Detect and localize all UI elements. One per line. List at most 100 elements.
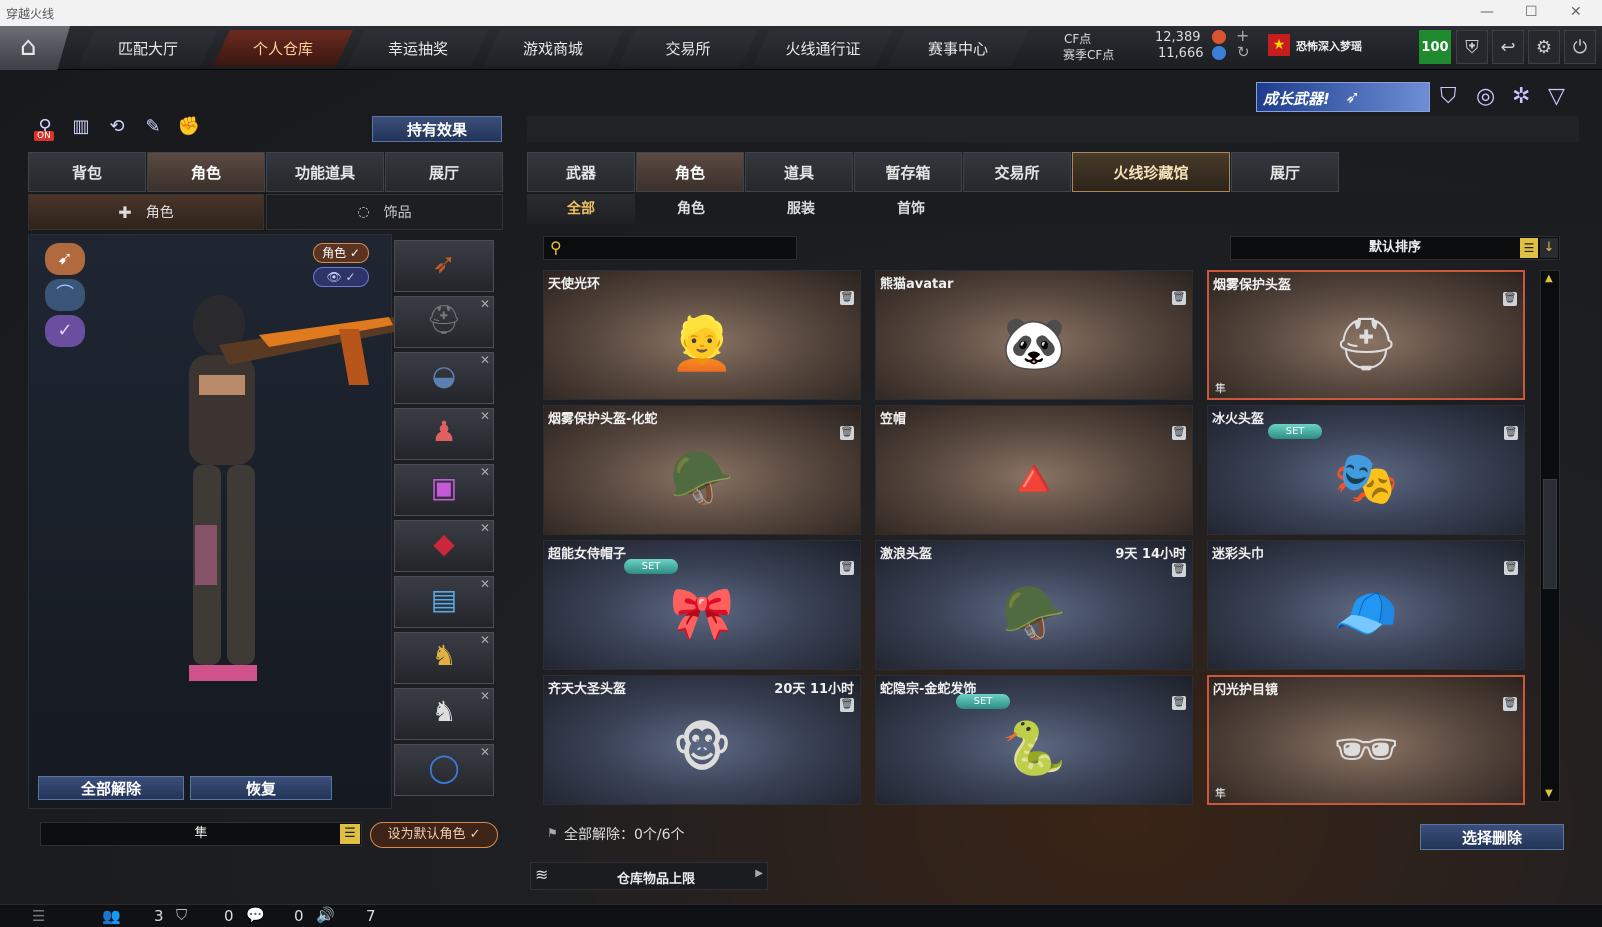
item-card[interactable]: 齐天大圣头盔 20天 11小时 🗑 🐵 bbox=[543, 675, 861, 805]
growth-weapon-banner[interactable]: 成长武器! ➶ bbox=[1256, 82, 1430, 112]
expand-arrow-icon[interactable]: ▶ bbox=[755, 868, 763, 879]
volume-icon[interactable]: 🔊 bbox=[316, 906, 335, 924]
subtab-all[interactable]: 全部 bbox=[527, 194, 635, 224]
trash-icon[interactable]: 🗑 bbox=[1172, 426, 1186, 440]
slot-goggles[interactable]: ✕ ◒ bbox=[394, 352, 494, 404]
close-button[interactable]: ✕ bbox=[1570, 4, 1582, 20]
clan-icon[interactable]: ⛉ bbox=[176, 906, 187, 924]
trash-icon[interactable]: 🗑 bbox=[1172, 291, 1186, 305]
slot-wolf-silver[interactable]: ✕ ♞ bbox=[394, 688, 494, 740]
trash-icon[interactable]: 🗑 bbox=[1503, 697, 1517, 711]
trash-icon[interactable]: 🗑 bbox=[1503, 292, 1517, 306]
item-card[interactable]: 冰火头盔 🗑 SET 🎭 bbox=[1207, 405, 1525, 535]
slot-wolf[interactable]: ✕ ♞ bbox=[394, 632, 494, 684]
hawk-emblem-icon[interactable]: ➹ bbox=[45, 243, 85, 275]
tab-showroom[interactable]: 展厅 bbox=[385, 152, 503, 192]
item-card[interactable]: 烟雾保护头盔-化蛇 🗑 🪖 bbox=[543, 405, 861, 535]
item-card[interactable]: 闪光护目镜 🗑 🕶 隼 bbox=[1207, 675, 1525, 805]
subtab-accessory[interactable]: ◌ 饰品 bbox=[266, 194, 503, 230]
sort-dropdown[interactable]: 默认排序 bbox=[1230, 236, 1560, 260]
subtab-jewelry[interactable]: 首饰 bbox=[857, 194, 965, 224]
tab-roles[interactable]: 角色 bbox=[636, 152, 744, 192]
minimize-button[interactable]: — bbox=[1480, 4, 1494, 20]
item-scrollbar[interactable]: ▲ ▼ bbox=[1540, 270, 1560, 802]
character-preview[interactable]: ➹ ⌒ ✓ 角色 ✓ 👁 ✓ bbox=[28, 234, 409, 809]
home-button[interactable]: ⌂ bbox=[0, 26, 70, 70]
nav-tab-match-lobby[interactable]: 匹配大厅 bbox=[78, 30, 218, 66]
subtab-character[interactable]: ✚ 角色 bbox=[28, 194, 264, 230]
chat-icon[interactable]: 💬 bbox=[246, 906, 265, 924]
emblem-b-icon[interactable]: ◎ bbox=[1476, 84, 1495, 109]
slot-weapon[interactable]: ➶ bbox=[394, 240, 494, 292]
tab-storage[interactable]: 暂存箱 bbox=[854, 152, 962, 192]
slot-helmet[interactable]: ✕ ⛑ bbox=[394, 296, 494, 348]
slot-bag[interactable]: ✕ ◆ bbox=[394, 520, 494, 572]
scroll-down-icon[interactable]: ▼ bbox=[1545, 788, 1553, 799]
trash-icon[interactable]: 🗑 bbox=[840, 698, 854, 712]
eye-toggle[interactable]: 👁 ✓ bbox=[313, 267, 369, 287]
nav-tab-warehouse[interactable]: 个人仓库 bbox=[213, 30, 353, 66]
restore-button[interactable]: 恢复 bbox=[190, 776, 332, 800]
item-card[interactable]: 蛇隐宗-金蛇发饰 🗑 SET 🐍 bbox=[875, 675, 1193, 805]
item-card[interactable]: 超能女侍帽子 🗑 SET 🎀 bbox=[543, 540, 861, 670]
nav-tab-pass[interactable]: 火线通行证 bbox=[753, 30, 893, 66]
power-button[interactable]: ⏻ bbox=[1564, 30, 1596, 64]
tab-function-items[interactable]: 功能道具 bbox=[266, 152, 384, 192]
shield-button[interactable]: ⛨ bbox=[1456, 30, 1488, 64]
back-button[interactable]: ↩ bbox=[1492, 30, 1524, 64]
subtab-role[interactable]: 角色 bbox=[637, 194, 745, 224]
item-card[interactable]: 烟雾保护头盔 🗑 ⛑ 隼 bbox=[1207, 270, 1525, 400]
nav-tab-shop[interactable]: 游戏商城 bbox=[483, 30, 623, 66]
wrench-icon[interactable]: ✎ bbox=[140, 116, 166, 142]
role-toggle[interactable]: 角色 ✓ bbox=[313, 243, 369, 263]
character-name-field[interactable]: 隼 bbox=[40, 822, 362, 846]
scroll-up-icon[interactable]: ▲ bbox=[1545, 273, 1553, 284]
trash-icon[interactable]: 🗑 bbox=[1172, 563, 1186, 577]
item-card[interactable]: 天使光环 🗑 👱 bbox=[543, 270, 861, 400]
hold-effect-button[interactable]: 持有效果 bbox=[372, 116, 502, 142]
list-icon[interactable]: ☰ bbox=[340, 824, 360, 844]
nav-tab-events[interactable]: 赛事中心 bbox=[888, 30, 1028, 66]
nav-tab-exchange[interactable]: 交易所 bbox=[618, 30, 758, 66]
slot-battery[interactable]: ✕ ▤ bbox=[394, 576, 494, 628]
emblem-a-icon[interactable]: ⛉ bbox=[1440, 84, 1457, 109]
nav-tab-lottery[interactable]: 幸运抽奖 bbox=[348, 30, 488, 66]
settings-button[interactable]: ⚙ bbox=[1528, 30, 1560, 64]
capacity-bar[interactable]: ≋ 仓库物品上限 ▶ bbox=[530, 862, 768, 890]
tab-weapons[interactable]: 武器 bbox=[527, 152, 635, 192]
tab-trade[interactable]: 交易所 bbox=[963, 152, 1071, 192]
search-box[interactable]: ⚲ bbox=[543, 236, 797, 260]
item-card[interactable]: 熊猫avatar 🗑 🐼 bbox=[875, 270, 1193, 400]
trash-icon[interactable]: 🗑 bbox=[1172, 696, 1186, 710]
tab-bag[interactable]: 背包 bbox=[28, 152, 146, 192]
emblem-c-icon[interactable]: ✲ bbox=[1512, 84, 1530, 109]
select-delete-button[interactable]: 选择删除 bbox=[1420, 824, 1564, 850]
refresh-cf-button[interactable]: ↻ bbox=[1237, 43, 1250, 61]
maximize-button[interactable]: ☐ bbox=[1525, 4, 1538, 20]
tab-gallery[interactable]: 展厅 bbox=[1231, 152, 1339, 192]
item-card[interactable]: 激浪头盔 9天 14小时 🗑 🪖 bbox=[875, 540, 1193, 670]
slot-pendant[interactable]: ✕ ♟ bbox=[394, 408, 494, 460]
unequip-all-button[interactable]: 全部解除 bbox=[38, 776, 184, 800]
tab-character[interactable]: 角色 bbox=[147, 152, 265, 192]
username[interactable]: 恐怖深入梦瑶 bbox=[1296, 38, 1362, 54]
stats-icon[interactable]: ▥ bbox=[68, 116, 94, 142]
item-card[interactable]: 笠帽 🗑 🔺 bbox=[875, 405, 1193, 535]
slot-box[interactable]: ✕ ▣ bbox=[394, 464, 494, 516]
search-input[interactable] bbox=[572, 239, 792, 257]
trash-icon[interactable]: 🗑 bbox=[840, 426, 854, 440]
slot-ring[interactable]: ✕ ◯ bbox=[394, 744, 494, 796]
tab-items[interactable]: 道具 bbox=[745, 152, 853, 192]
wing-emblem-icon[interactable]: ⌒ bbox=[45, 279, 85, 311]
history-icon[interactable]: ⟲ bbox=[104, 116, 130, 142]
item-card[interactable]: 迷彩头巾 🗑 🧢 bbox=[1207, 540, 1525, 670]
trash-icon[interactable]: 🗑 bbox=[840, 291, 854, 305]
trash-icon[interactable]: 🗑 bbox=[840, 561, 854, 575]
tab-collection-hall[interactable]: 火线珍藏馆 bbox=[1072, 152, 1230, 192]
sort-direction-icon[interactable]: ↓ bbox=[1540, 238, 1558, 258]
trash-icon[interactable]: 🗑 bbox=[1504, 561, 1518, 575]
bird-emblem-icon[interactable]: ✓ bbox=[45, 315, 85, 347]
grab-icon[interactable]: ✊ bbox=[176, 116, 202, 142]
trash-icon[interactable]: 🗑 bbox=[1504, 426, 1518, 440]
friends-icon[interactable]: 👥 bbox=[102, 907, 121, 925]
